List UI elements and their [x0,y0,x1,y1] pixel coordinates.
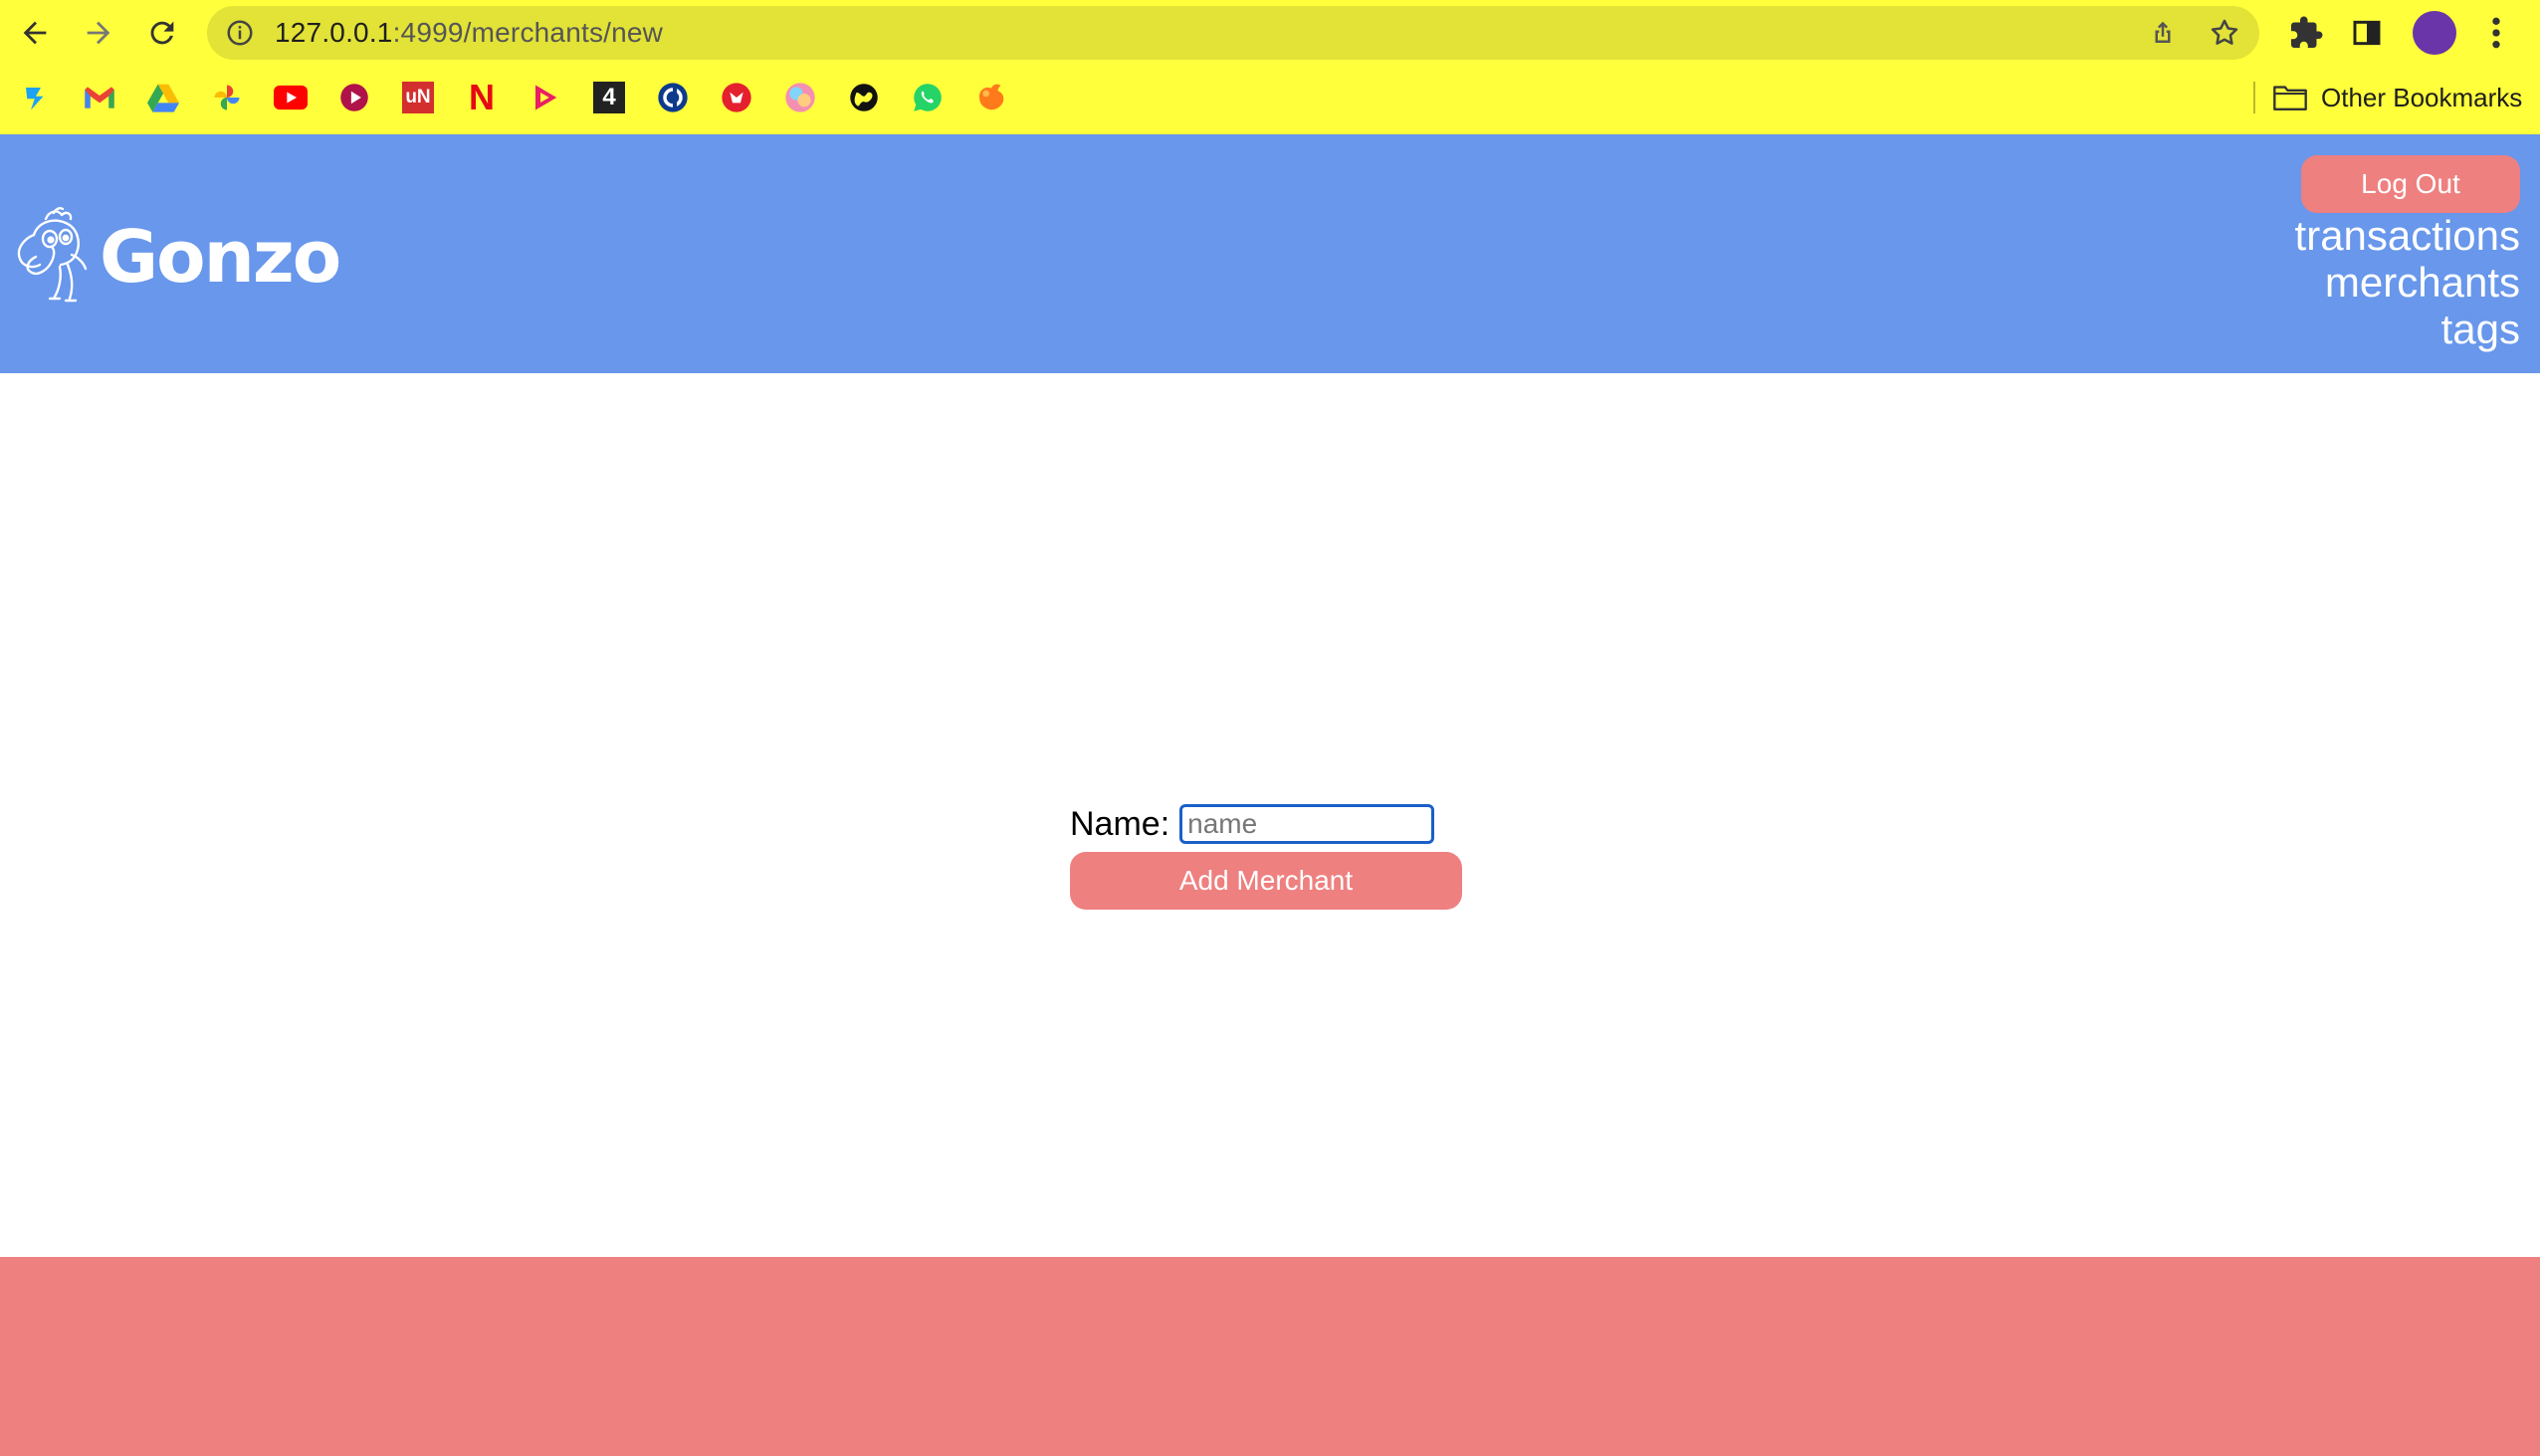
back-button[interactable] [12,10,58,56]
site-logo[interactable]: Gonzo [10,202,341,312]
bookmarks-bar: uN N 4 Other Bookmarks [0,70,2540,125]
google-drive-icon [147,84,179,112]
bookmark-play-circle[interactable] [336,80,372,115]
profile-avatar[interactable] [2413,11,2456,55]
orange-logo-icon [979,84,1004,110]
add-merchant-button[interactable]: Add Merchant [1070,852,1462,910]
logout-button[interactable]: Log Out [2301,155,2520,213]
bookmark-google-drive[interactable] [145,80,181,115]
arrow-left-icon [23,21,47,45]
main-nav: transactions merchants tags [2295,212,2520,352]
bookmark-colorful-circle[interactable] [782,80,818,115]
play-triangle-icon [535,85,557,110]
netflix-icon: N [469,77,495,117]
bookmark-netflix[interactable]: N [464,80,500,115]
side-panel-icon[interactable] [2351,17,2383,49]
name-label: Name: [1070,804,1170,843]
globe-icon [850,84,878,111]
youtube-icon [274,85,308,110]
google-photos-icon [214,85,240,110]
un-logo-icon: uN [402,82,434,113]
bookmark-play-triangle[interactable] [528,80,563,115]
lightning-app-icon [26,88,44,110]
browser-toolbar: 127.0.0.1:4999/merchants/new [0,0,2540,66]
puzzle-extensions-icon[interactable] [2288,15,2324,51]
bookmark-whatsapp[interactable] [910,80,946,115]
bookmark-lightning-app[interactable] [18,80,54,115]
gonzo-mascot-icon [17,207,88,303]
bookmarks-divider [2253,82,2255,113]
bookmark-red-circle[interactable] [719,80,754,115]
name-input[interactable] [1179,804,1435,844]
red-circle-icon [722,83,751,112]
bookmark-channel4[interactable]: 4 [591,80,627,115]
address-bar[interactable]: 127.0.0.1:4999/merchants/new [207,6,2259,60]
site-header: Gonzo Log Out transactions merchants tag… [0,134,2540,373]
bookmark-gmail[interactable] [82,80,117,115]
nav-link-merchants[interactable]: merchants [2295,259,2520,306]
url-host: 127.0.0.1 [275,17,393,48]
reload-icon [150,21,174,45]
logo-text: Gonzo [100,215,341,299]
play-circle-icon [340,84,368,111]
gmail-icon [85,87,114,108]
bookmark-un[interactable]: uN [400,80,436,115]
reload-button[interactable] [139,10,185,56]
folder-icon [2273,86,2307,110]
bookmark-orange-logo[interactable] [973,80,1009,115]
forward-button[interactable] [76,10,121,56]
bookmark-google-photos[interactable] [209,80,245,115]
url-text[interactable]: 127.0.0.1:4999/merchants/new [275,6,663,60]
kebab-menu-icon[interactable] [2484,13,2508,53]
bookmark-youtube[interactable] [273,80,309,115]
nav-link-transactions[interactable]: transactions [2295,212,2520,259]
browser-chrome: 127.0.0.1:4999/merchants/new uN N 4 Othe… [0,0,2540,134]
nav-link-tags[interactable]: tags [2295,306,2520,352]
whatsapp-icon [914,84,942,111]
channel4-icon: 4 [593,82,625,113]
other-bookmarks-folder[interactable]: Other Bookmarks [2273,78,2522,117]
new-merchant-form: Name: Add Merchant [1070,802,1468,910]
share-icon[interactable] [2148,18,2178,48]
url-path: :4999/merchants/new [392,17,664,48]
bookmark-globe[interactable] [846,80,882,115]
name-field-row: Name: [1070,802,1468,846]
g-circle-icon [658,83,688,112]
colorful-circle-icon [785,83,815,112]
arrow-right-icon [87,21,110,45]
site-footer [0,1257,2540,1456]
bookmark-star-icon[interactable] [2208,16,2241,50]
other-bookmarks-label: Other Bookmarks [2321,82,2523,112]
bookmark-g-circle[interactable] [655,80,691,115]
info-icon[interactable] [225,18,255,48]
